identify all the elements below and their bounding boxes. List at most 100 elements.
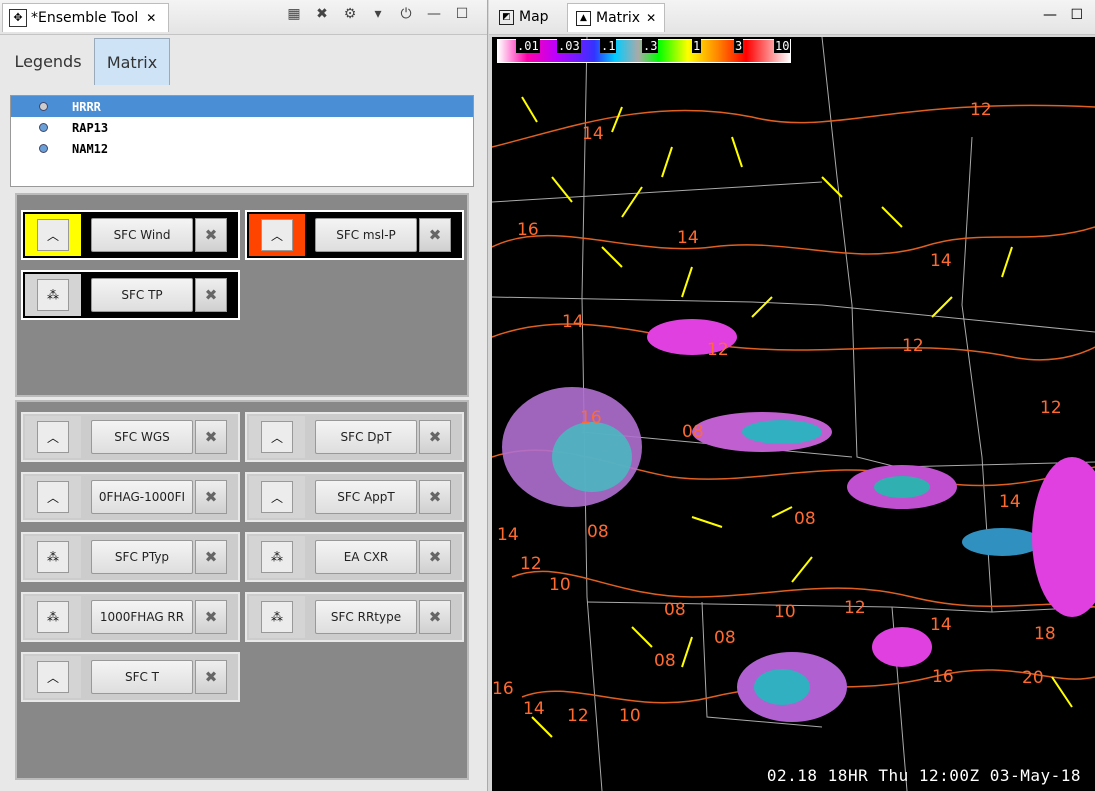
gear-icon[interactable]: ⚙ bbox=[339, 6, 361, 22]
remove-button[interactable]: ✖ bbox=[419, 540, 451, 574]
resource-card: ︿ SFC WGS ✖ bbox=[21, 412, 240, 462]
list-item[interactable]: NAM12 bbox=[11, 138, 473, 159]
resource-button[interactable]: SFC WGS bbox=[91, 420, 193, 454]
minimize-icon[interactable]: — bbox=[1043, 7, 1057, 23]
resource-button[interactable]: SFC T bbox=[91, 660, 193, 694]
color-swatch[interactable]: ︿ bbox=[249, 416, 305, 458]
remove-button[interactable]: ✖ bbox=[195, 218, 227, 252]
ensemble-tool-tab[interactable]: ✥ *Ensemble Tool ✕ bbox=[2, 3, 170, 32]
remove-button[interactable]: ✖ bbox=[195, 480, 227, 514]
tools-icon[interactable]: ✖ bbox=[311, 6, 333, 22]
calendar-icon[interactable]: ▦ bbox=[283, 6, 305, 22]
resource-button[interactable]: EA CXR bbox=[315, 540, 417, 574]
remove-button[interactable]: ✖ bbox=[195, 420, 227, 454]
ensemble-tool-view: ✥ *Ensemble Tool ✕ ▦ ✖ ⚙ ▾ ⏻ — ☐ Legends… bbox=[0, 0, 488, 791]
chevron-up-icon[interactable]: ︿ bbox=[37, 481, 69, 513]
resource-button[interactable]: SFC DpT bbox=[315, 420, 417, 454]
maximize-icon[interactable]: ☐ bbox=[451, 6, 473, 22]
chevron-down-icon[interactable]: ▾ bbox=[367, 6, 389, 22]
remove-button[interactable]: ✖ bbox=[419, 218, 451, 252]
chevron-up-icon[interactable]: ︿ bbox=[261, 421, 293, 453]
map-display[interactable]: 14 12 16 14 14 12 12 12 14 16 08 08 08 14 12 10 08 1… bbox=[492, 37, 1095, 791]
chevron-up-icon[interactable]: ︿ bbox=[261, 219, 293, 251]
svg-text:08: 08 bbox=[714, 628, 736, 648]
tab-label: Map bbox=[519, 9, 549, 25]
chevron-up-icon[interactable]: ︿ bbox=[37, 421, 69, 453]
tab-legends[interactable]: Legends bbox=[6, 38, 90, 84]
color-swatch[interactable]: ︿ bbox=[25, 416, 81, 458]
inactive-resources-panel: ︿ SFC WGS ✖ ︿ SFC DpT ✖ ︿ 0FHAG-1000FI ✖… bbox=[15, 400, 469, 780]
colorbar-label: 3 bbox=[734, 39, 744, 53]
remove-button[interactable]: ✖ bbox=[419, 420, 451, 454]
remove-button[interactable]: ✖ bbox=[195, 278, 227, 312]
toolbar: ▦ ✖ ⚙ ▾ ⏻ — ☐ bbox=[283, 6, 473, 22]
tab-map[interactable]: ◩ Map bbox=[491, 3, 557, 31]
stars-icon[interactable]: ⁂ bbox=[37, 541, 69, 573]
chevron-up-icon[interactable]: ︿ bbox=[37, 661, 69, 693]
remove-button[interactable]: ✖ bbox=[195, 660, 227, 694]
color-swatch[interactable]: ⁂ bbox=[249, 596, 305, 638]
tab-matrix[interactable]: Matrix bbox=[94, 38, 170, 85]
colorbar-label: .3 bbox=[642, 39, 659, 53]
resource-button[interactable]: SFC TP bbox=[91, 278, 193, 312]
list-item[interactable]: HRRR bbox=[11, 96, 473, 117]
resource-button[interactable]: SFC Wind bbox=[91, 218, 193, 252]
svg-text:08: 08 bbox=[654, 651, 676, 671]
dots-icon[interactable]: ⁂ bbox=[261, 541, 293, 573]
tab-row: Legends Matrix bbox=[0, 38, 487, 86]
color-swatch[interactable]: ︿ bbox=[25, 214, 81, 256]
radio-icon bbox=[39, 123, 48, 132]
remove-button[interactable]: ✖ bbox=[419, 600, 451, 634]
resource-button[interactable]: SFC PTyp bbox=[91, 540, 193, 574]
color-swatch[interactable]: ︿ bbox=[25, 476, 81, 518]
model-label: RAP13 bbox=[72, 120, 109, 135]
color-swatch[interactable]: ⁂ bbox=[249, 536, 305, 578]
svg-text:16: 16 bbox=[517, 220, 539, 240]
list-item[interactable]: RAP13 bbox=[11, 117, 473, 138]
close-icon[interactable]: ✕ bbox=[646, 11, 656, 25]
maximize-icon[interactable]: ☐ bbox=[1070, 7, 1083, 23]
color-swatch[interactable]: ︿ bbox=[25, 656, 81, 698]
svg-text:16: 16 bbox=[932, 667, 954, 687]
svg-text:12: 12 bbox=[707, 340, 729, 360]
editor-tab-bar: ◩ Map ▲ Matrix ✕ — ☐ bbox=[489, 0, 1095, 35]
resource-card: ︿ SFC T ✖ bbox=[21, 652, 240, 702]
model-label: NAM12 bbox=[72, 141, 109, 156]
resource-button[interactable]: SFC RRtype bbox=[315, 600, 417, 634]
chevron-up-icon[interactable]: ︿ bbox=[37, 219, 69, 251]
color-swatch[interactable]: ⁂ bbox=[25, 274, 81, 316]
resource-card: ︿ SFC Wind ✖ bbox=[21, 210, 240, 260]
svg-text:12: 12 bbox=[520, 554, 542, 574]
minimize-icon[interactable]: — bbox=[423, 6, 445, 22]
dots-icon[interactable]: ⁂ bbox=[261, 601, 293, 633]
remove-button[interactable]: ✖ bbox=[195, 600, 227, 634]
close-icon[interactable]: ✕ bbox=[146, 11, 156, 25]
color-swatch[interactable]: ⁂ bbox=[25, 596, 81, 638]
resource-button[interactable]: SFC msl-P bbox=[315, 218, 417, 252]
color-swatch[interactable]: ⁂ bbox=[25, 536, 81, 578]
remove-button[interactable]: ✖ bbox=[419, 480, 451, 514]
resource-card: ⁂ 1000FHAG RR ✖ bbox=[21, 592, 240, 642]
tab-label: Matrix bbox=[596, 10, 641, 26]
dots-icon[interactable]: ⁂ bbox=[37, 279, 69, 311]
colorbar-label: .01 bbox=[516, 39, 540, 53]
color-swatch[interactable]: ︿ bbox=[249, 476, 305, 518]
dots-icon[interactable]: ⁂ bbox=[37, 601, 69, 633]
radio-icon bbox=[39, 144, 48, 153]
resource-card: ︿ SFC msl-P ✖ bbox=[245, 210, 464, 260]
resource-button[interactable]: SFC AppT bbox=[315, 480, 417, 514]
resource-button[interactable]: 0FHAG-1000FI bbox=[91, 480, 193, 514]
tab-matrix-editor[interactable]: ▲ Matrix ✕ bbox=[567, 3, 666, 32]
svg-text:14: 14 bbox=[562, 312, 584, 332]
svg-text:12: 12 bbox=[902, 336, 924, 356]
chevron-up-icon[interactable]: ︿ bbox=[261, 481, 293, 513]
resource-card: ︿ SFC AppT ✖ bbox=[245, 472, 464, 522]
svg-text:14: 14 bbox=[930, 615, 952, 635]
power-icon[interactable]: ⏻ bbox=[395, 6, 417, 22]
resource-button[interactable]: 1000FHAG RR bbox=[91, 600, 193, 634]
resource-card: ⁂ SFC PTyp ✖ bbox=[21, 532, 240, 582]
remove-button[interactable]: ✖ bbox=[195, 540, 227, 574]
svg-text:10: 10 bbox=[619, 706, 641, 726]
model-label: HRRR bbox=[72, 99, 101, 114]
color-swatch[interactable]: ︿ bbox=[249, 214, 305, 256]
